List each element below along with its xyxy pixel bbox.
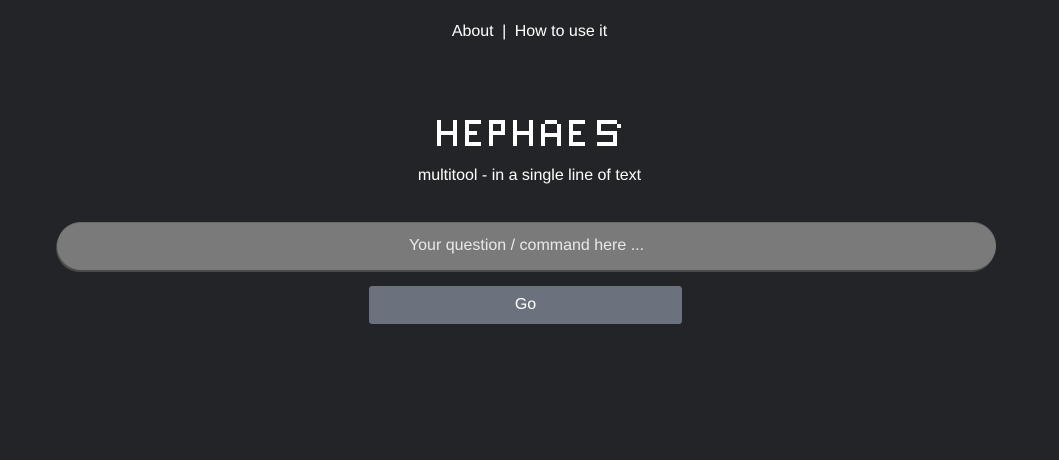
tagline: multitool - in a single line of text <box>417 167 642 184</box>
about-link[interactable]: About <box>452 23 494 40</box>
logo <box>0 120 1059 146</box>
top-nav: About | How to use it <box>0 22 1059 41</box>
hephaes-pixel-logo <box>436 120 621 146</box>
go-button[interactable]: Go <box>369 286 682 324</box>
how-to-use-link[interactable]: How to use it <box>515 23 607 40</box>
nav-separator: | <box>502 23 507 40</box>
command-input[interactable] <box>57 222 996 270</box>
